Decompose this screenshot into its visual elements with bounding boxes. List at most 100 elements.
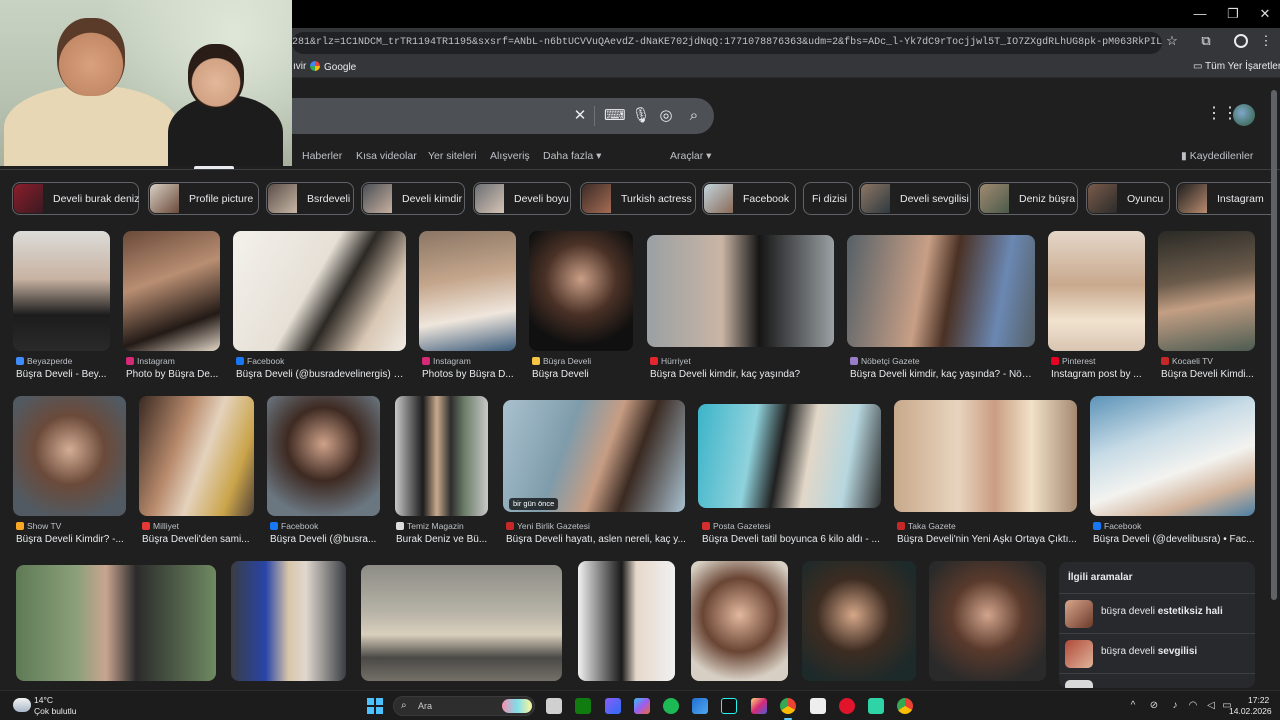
- clear-icon[interactable]: ✕: [570, 106, 590, 126]
- tab-yer-siteleri[interactable]: Yer siteleri: [428, 150, 477, 162]
- app-icon[interactable]: [605, 698, 621, 714]
- weather-temp[interactable]: 14°C: [34, 695, 53, 705]
- chip-develi-sevgilisi[interactable]: Develi sevgilisi: [859, 182, 971, 215]
- lens-icon[interactable]: ◎: [656, 106, 676, 126]
- result-title[interactable]: Büşra Develi tatil boyunca 6 kilo aldı -…: [702, 534, 882, 545]
- image-result[interactable]: [698, 404, 881, 508]
- search-box[interactable]: ✕ ⌨ 🎙 ◎ ⌕: [292, 98, 714, 134]
- app-icon-2[interactable]: [868, 698, 884, 714]
- result-title[interactable]: Büşra Develi'nin Yeni Aşkı Ortaya Çıktı.…: [897, 534, 1077, 545]
- result-title[interactable]: Büşra Develi kimdir, kaç yaşında? - Nöb.…: [850, 369, 1035, 380]
- tab-haberler[interactable]: Haberler: [302, 150, 342, 162]
- result-title[interactable]: Büşra Develi (@develibusra) • Fac...: [1093, 534, 1255, 545]
- taskbar-search[interactable]: ⌕ Ara: [393, 696, 535, 716]
- keyboard-icon[interactable]: ⌨: [604, 106, 626, 126]
- tab-alisveris[interactable]: Alışveriş: [490, 150, 530, 162]
- search-icon[interactable]: ⌕: [684, 106, 704, 126]
- image-result[interactable]: [647, 235, 834, 347]
- chip-facebook[interactable]: Facebook: [702, 182, 796, 215]
- result-title[interactable]: Büşra Develi Kimdi...: [1161, 369, 1255, 380]
- weather-desc[interactable]: Çok bulutlu: [34, 706, 77, 716]
- apps-icon[interactable]: ⋮⋮: [1206, 106, 1238, 122]
- mic-icon[interactable]: 🎙: [631, 106, 651, 126]
- result-title[interactable]: Büşra Develi'den sami...: [142, 534, 254, 545]
- result-title[interactable]: Burak Deniz ve Bü...: [396, 534, 488, 545]
- result-title[interactable]: Photos by Büşra D...: [422, 369, 516, 380]
- chrome-icon[interactable]: [780, 698, 796, 714]
- copilot-icon[interactable]: [634, 698, 650, 714]
- image-result[interactable]: [361, 565, 562, 681]
- profile-icon[interactable]: [1232, 32, 1250, 50]
- spotify-icon[interactable]: [663, 698, 679, 714]
- avatar[interactable]: [1233, 104, 1255, 126]
- result-title[interactable]: Instagram post by ...: [1051, 369, 1145, 380]
- saved-button[interactable]: ▮ Kaydedilenler: [1181, 150, 1253, 162]
- image-result[interactable]: [847, 235, 1035, 347]
- scrollbar-thumb[interactable]: [1271, 90, 1277, 600]
- chip-oyuncu[interactable]: Oyuncu: [1086, 182, 1170, 215]
- related-item[interactable]: [1059, 673, 1255, 688]
- image-result[interactable]: [13, 231, 110, 351]
- store-icon[interactable]: [692, 698, 708, 714]
- image-result[interactable]: [1158, 231, 1255, 351]
- network-icon[interactable]: ⊘: [1147, 699, 1161, 713]
- image-result[interactable]: [1048, 231, 1145, 351]
- windows-icon[interactable]: [367, 698, 383, 714]
- result-title[interactable]: Büşra Develi Kimdir? -...: [16, 534, 126, 545]
- bookmark-google[interactable]: Google: [310, 61, 356, 73]
- task-view-icon[interactable]: [546, 698, 562, 714]
- chip-turkish-actress[interactable]: Turkish actress: [580, 182, 696, 215]
- star-icon[interactable]: ☆: [1163, 32, 1181, 50]
- chip-bsrdeveli[interactable]: Bsrdeveli: [266, 182, 354, 215]
- tools-button[interactable]: Araçlar ▾: [670, 150, 711, 162]
- related-item[interactable]: büşra develi sevgilisi: [1059, 633, 1255, 673]
- chip-develi-kimdir[interactable]: Develi kimdir: [361, 182, 465, 215]
- image-result[interactable]: [691, 561, 788, 681]
- chip-profile-picture[interactable]: Profile picture: [148, 182, 259, 215]
- chip-instagram[interactable]: Instagram: [1176, 182, 1272, 215]
- result-title[interactable]: Büşra Develi: [532, 369, 633, 380]
- chip-deniz-busra[interactable]: Deniz büşra: [978, 182, 1078, 215]
- xbox-icon[interactable]: [575, 698, 591, 714]
- mic-icon[interactable]: ♪: [1168, 699, 1182, 713]
- address-bar[interactable]: 281&rlz=1C1NDCM_trTR1194TR1195&sxsrf=ANb…: [292, 32, 1162, 54]
- related-item[interactable]: büşra develi estetiksiz hali: [1059, 593, 1255, 633]
- extensions-icon[interactable]: ⧉: [1197, 32, 1215, 50]
- result-title[interactable]: Büşra Develi (@busra...: [270, 534, 380, 545]
- image-result[interactable]: [13, 396, 126, 516]
- image-result[interactable]: [529, 231, 633, 351]
- result-title[interactable]: Büşra Develi (@busradevelinergis) • ...: [236, 369, 406, 380]
- instagram-icon[interactable]: [751, 698, 767, 714]
- image-result[interactable]: [139, 396, 254, 516]
- image-result[interactable]: [395, 396, 488, 516]
- image-result[interactable]: [231, 561, 346, 681]
- chip-fi-dizisi[interactable]: Fi dizisi: [803, 182, 853, 215]
- menu-icon[interactable]: ⋮: [1257, 32, 1275, 50]
- image-result[interactable]: [802, 561, 916, 681]
- image-result[interactable]: [503, 400, 685, 512]
- image-result[interactable]: [267, 396, 380, 516]
- volume-icon[interactable]: ◁: [1204, 699, 1218, 713]
- tab-daha-fazla[interactable]: Daha fazla ▾: [543, 150, 601, 162]
- tiktok-icon[interactable]: [721, 698, 737, 714]
- clock-time[interactable]: 17:22: [1248, 695, 1269, 705]
- result-title[interactable]: Büşra Develi - Bey...: [16, 369, 110, 380]
- wifi-icon[interactable]: ◠: [1186, 699, 1200, 713]
- result-title[interactable]: Büşra Develi kimdir, kaç yaşında?: [650, 369, 834, 380]
- chevron-up-icon[interactable]: ^: [1126, 699, 1140, 713]
- chip-develi-burak-deniz[interactable]: Develi burak deniz: [12, 182, 139, 215]
- image-result[interactable]: [419, 231, 516, 351]
- result-title[interactable]: Photo by Büşra De...: [126, 369, 220, 380]
- chrome-profile-icon[interactable]: [897, 698, 913, 714]
- tab-kisa-videolar[interactable]: Kısa videolar: [356, 150, 417, 162]
- image-result[interactable]: [123, 231, 220, 351]
- chip-develi-boyu[interactable]: Develi boyu: [473, 182, 571, 215]
- bookmark-partial[interactable]: ıvir: [293, 61, 306, 72]
- image-result[interactable]: [233, 231, 406, 351]
- capcut-icon[interactable]: [810, 698, 826, 714]
- image-result[interactable]: [16, 565, 216, 681]
- image-result[interactable]: [1090, 396, 1255, 516]
- image-result[interactable]: [929, 561, 1046, 681]
- image-result[interactable]: [894, 400, 1077, 512]
- image-result[interactable]: [578, 561, 675, 681]
